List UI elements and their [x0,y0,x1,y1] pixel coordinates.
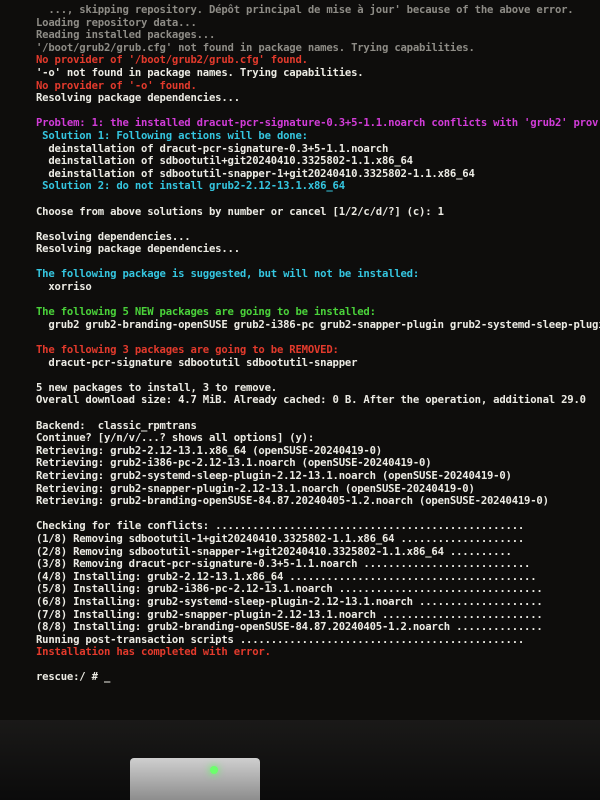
terminal-line: The following 3 packages are going to be… [36,344,339,357]
terminal-line: Loading repository data... [36,16,197,29]
terminal-line: (2/8) Removing sdbootutil-snapper-1+git2… [36,545,512,558]
terminal-line: Checking for file conflicts: ...........… [36,520,525,533]
terminal-line: deinstallation of sdbootutil-snapper-1+g… [36,167,475,180]
terminal-line: Problem: 1: the installed dracut-pcr-sig… [36,117,599,130]
terminal-line: Resolving dependencies... [36,230,191,243]
terminal-line: Continue? [y/n/v/...? shows all options]… [36,432,315,445]
terminal-line: '/boot/grub2/grub.cfg' not found in pack… [36,41,475,54]
terminal-line: Reading installed packages... [36,29,216,42]
terminal-line: Retrieving: grub2-branding-openSUSE-84.8… [36,495,549,508]
terminal-line: No provider of '-o' found. [36,79,197,92]
terminal-line: Installation has completed with error. [36,646,271,659]
terminal-line: Retrieving: grub2-systemd-sleep-plugin-2… [36,469,512,482]
power-led-icon [210,766,218,774]
terminal-line: Retrieving: grub2-i386-pc-2.12-13.1.noar… [36,457,432,470]
terminal-line: Solution 1: Following actions will be do… [36,129,308,142]
terminal-line: Resolving package dependencies... [36,243,240,256]
terminal-line: deinstallation of dracut-pcr-signature-0… [36,142,389,155]
terminal-line: xorriso [36,281,92,294]
terminal-line: dracut-pcr-signature sdbootutil sdbootut… [36,356,358,369]
terminal-line: deinstallation of sdbootutil+git20240410… [36,155,413,168]
terminal-line: (3/8) Removing dracut-pcr-signature-0.3+… [36,558,531,571]
terminal-line: Retrieving: grub2-2.12-13.1.x86_64 (open… [36,444,382,457]
terminal-line: Retrieving: grub2-snapper-plugin-2.12-13… [36,482,475,495]
terminal-line: Resolving package dependencies... [36,92,240,105]
terminal-line: The following package is suggested, but … [36,268,420,281]
terminal-line: The following 5 NEW packages are going t… [36,306,376,319]
shell-prompt[interactable]: rescue:/ # _ [36,671,600,684]
terminal-line: 5 new packages to install, 3 to remove. [36,381,277,394]
terminal-line: Overall download size: 4.7 MiB. Already … [36,394,586,407]
terminal-line: (8/8) Installing: grub2-branding-openSUS… [36,621,543,634]
terminal-line: (1/8) Removing sdbootutil-1+git20240410.… [36,532,525,545]
terminal-line: ..., skipping repository. Dépôt principa… [36,4,574,16]
terminal-line: grub2 grub2-branding-openSUSE grub2-i386… [36,318,600,331]
terminal-output[interactable]: ..., skipping repository. Dépôt principa… [36,4,600,684]
terminal-line: '-o' not found in package names. Trying … [36,66,364,79]
terminal-line: (7/8) Installing: grub2-snapper-plugin-2… [36,608,543,621]
terminal-line: Solution 2: do not install grub2-2.12-13… [36,180,345,193]
terminal-line: (4/8) Installing: grub2-2.12-13.1.x86_64… [36,570,537,583]
terminal-screen[interactable]: ..., skipping repository. Dépôt principa… [0,0,600,720]
monitor-bezel [0,720,600,800]
usb-device [130,758,260,800]
terminal-line: No provider of '/boot/grub2/grub.cfg' fo… [36,54,308,67]
terminal-line: (6/8) Installing: grub2-systemd-sleep-pl… [36,595,543,608]
terminal-line: Choose from above solutions by number or… [36,205,444,218]
terminal-line: Running post-transaction scripts .......… [36,633,525,646]
terminal-line: Backend: classic_rpmtrans [36,419,197,432]
terminal-line: (5/8) Installing: grub2-i386-pc-2.12-13.… [36,583,543,596]
